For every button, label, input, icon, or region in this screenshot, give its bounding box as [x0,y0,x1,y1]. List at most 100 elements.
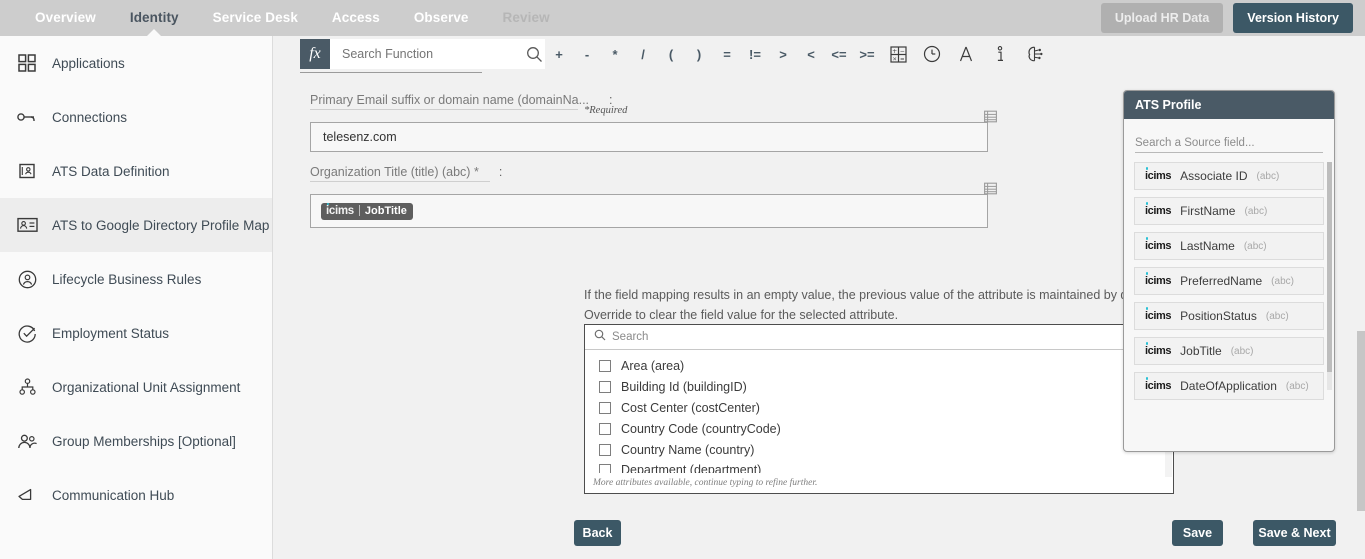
field-label: Primary Email suffix or domain name (dom… [310,93,590,107]
nav-tab-identity[interactable]: Identity [113,0,196,36]
operator-button-8[interactable]: > [769,39,797,69]
field-label-row: Primary Email suffix or domain name (dom… [310,93,1000,107]
operator-button-5[interactable]: ) [685,39,713,69]
top-navigation-bar: Overview Identity Service Desk Access Observ… [0,0,1365,36]
ats-field-name: PositionStatus [1180,309,1257,323]
magnifier-icon[interactable] [524,39,545,69]
help-text: If the field mapping results in an empty… [584,285,1204,325]
domain-name-input[interactable]: telesenz.com [310,122,988,152]
icims-logo-icon: icims [1145,237,1172,252]
save-and-next-button[interactable]: Save & Next [1253,520,1336,546]
attribute-checkbox[interactable] [599,422,611,435]
back-button[interactable]: Back [574,520,621,546]
sidebar-item-applications[interactable]: Applications [0,36,272,90]
info-icon[interactable] [983,39,1017,69]
sidebar-item-communication-hub[interactable]: Communication Hub [0,468,272,522]
icims-logo-icon: icims [1145,167,1172,182]
attribute-option-label: Building Id (buildingID) [621,380,747,395]
nav-tab-access[interactable]: Access [315,0,397,36]
ats-field-row[interactable]: icims DateOfApplication (abc) [1134,372,1324,400]
ats-field-row[interactable]: icims PositionStatus (abc) [1134,302,1324,330]
ats-field-type: (abc) [1244,205,1268,217]
sidebar-item-ats-to-google-directory-profile-map[interactable]: ATS to Google Directory Profile Map [0,198,272,252]
sidebar-item-ats-data-definition[interactable]: ATS Data Definition [0,144,272,198]
attribute-option-row[interactable]: Area (area) [585,356,1173,377]
sidebar-item-lifecycle-business-rules[interactable]: Lifecycle Business Rules [0,252,272,306]
attribute-checkbox[interactable] [599,464,611,473]
table-icon[interactable] [984,110,997,128]
attribute-checkbox[interactable] [599,401,611,414]
operator-button-3[interactable]: / [629,39,657,69]
operator-button-7[interactable]: != [741,39,769,69]
page-scroll-thumb[interactable] [1357,331,1365,511]
nav-actions: Upload HR Data Version History [1100,3,1365,33]
operator-button-1[interactable]: - [573,39,601,69]
ats-field-row[interactable]: icims JobTitle (abc) [1134,337,1324,365]
contact-card-icon [16,160,38,182]
ats-source-search-input[interactable]: Search a Source field... [1135,131,1323,153]
sidebar-item-organizational-unit-assignment[interactable]: Organizational Unit Assignment [0,360,272,414]
ats-profile-panel: ATS Profile Search a Source field... ici… [1123,90,1335,452]
attribute-search-row[interactable]: Search [585,325,1173,350]
attribute-option-row[interactable]: Department (department) [585,460,1173,473]
field-domain-name: Primary Email suffix or domain name (dom… [310,93,1000,152]
upload-hr-data-button[interactable]: Upload HR Data [1100,3,1224,33]
text-format-icon[interactable] [949,39,983,69]
nav-tab-review[interactable]: Review [486,0,567,36]
sidebar-item-group-memberships-optional[interactable]: Group Memberships [Optional] [0,414,272,468]
ats-list-scrollbar[interactable] [1327,162,1332,390]
ats-field-row[interactable]: icims Associate ID (abc) [1134,162,1324,190]
attribute-option-row[interactable]: Country Code (countryCode) [585,418,1173,439]
ats-list-scroll-thumb[interactable] [1327,162,1332,372]
field-label-row: Organization Title (title) (abc) * : [310,165,1000,179]
operator-button-11[interactable]: >= [853,39,881,69]
attribute-option-row[interactable]: Cost Center (costCenter) [585,398,1173,419]
version-history-button[interactable]: Version History [1233,3,1353,33]
svg-text:×: × [892,56,897,62]
operator-button-0[interactable]: + [545,39,573,69]
operator-button-2[interactable]: * [601,39,629,69]
attribute-list-footer: More attributes available, continue typi… [593,478,818,488]
ats-field-row[interactable]: icims LastName (abc) [1134,232,1324,260]
attribute-option-row[interactable]: Country Name (country) [585,439,1173,460]
help-line-1: If the field mapping results in an empty… [584,288,1162,302]
nav-tab-service-desk[interactable]: Service Desk [196,0,315,36]
operator-button-4[interactable]: ( [657,39,685,69]
function-search-box[interactable] [330,39,545,69]
page-scrollbar[interactable] [1357,36,1365,559]
organization-title-input[interactable]: icims JobTitle [310,194,988,228]
mapping-chip[interactable]: icims JobTitle [321,202,413,220]
attribute-option-label: Department (department) [621,463,762,473]
table-icon[interactable] [984,182,997,200]
clock-icon[interactable] [915,39,949,69]
ats-field-name: LastName [1180,239,1235,253]
ats-field-name: Associate ID [1180,169,1248,183]
attribute-option-label: Country Name (country) [621,442,755,457]
save-button[interactable]: Save [1172,520,1223,546]
operator-button-6[interactable]: = [713,39,741,69]
search-function-input[interactable] [330,39,524,69]
calculator-icon[interactable]: + − × = [881,39,915,69]
magnifier-icon [594,328,606,346]
ats-field-row[interactable]: icims PreferredName (abc) [1134,267,1324,295]
sidebar-item-employment-status[interactable]: Employment Status [0,306,272,360]
svg-text:=: = [899,56,904,62]
svg-text:+: + [892,48,897,55]
ats-field-name: PreferredName [1180,274,1263,288]
attribute-checkbox[interactable] [599,443,611,456]
ats-field-type: (abc) [1285,380,1309,392]
field-input-wrap: telesenz.com [310,110,1000,152]
attribute-checkbox[interactable] [599,381,611,394]
fx-icon: fx [300,39,330,69]
attribute-option-row[interactable]: Building Id (buildingID) [585,377,1173,398]
operator-button-10[interactable]: <= [825,39,853,69]
brain-icon[interactable] [1017,39,1051,69]
ats-field-type: (abc) [1243,240,1267,252]
nav-tab-overview[interactable]: Overview [18,0,113,36]
attribute-option-label: Area (area) [621,359,685,374]
nav-tab-observe[interactable]: Observe [397,0,486,36]
sidebar-item-connections[interactable]: Connections [0,90,272,144]
ats-field-row[interactable]: icims FirstName (abc) [1134,197,1324,225]
operator-button-9[interactable]: < [797,39,825,69]
attribute-checkbox[interactable] [599,360,611,373]
